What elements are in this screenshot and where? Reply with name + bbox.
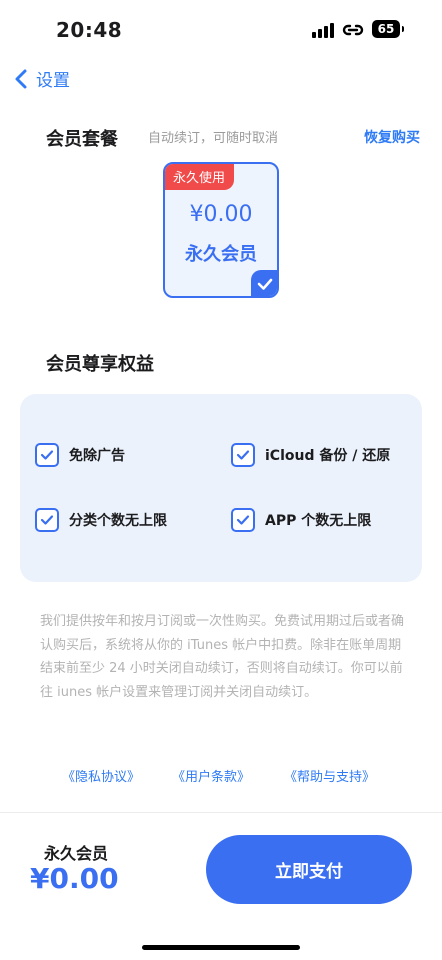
footer-price: ¥0.00 — [30, 862, 119, 895]
checkbox-checked-icon — [35, 443, 59, 467]
checkbox-checked-icon — [231, 508, 255, 532]
home-indicator[interactable] — [142, 945, 300, 950]
subscription-terms-text: 我们提供按年和按月订阅或一次性购买。免费试用期过后或者确认购买后，系统将从你的 … — [40, 614, 405, 700]
benefit-item: APP 个数无上限 — [231, 508, 371, 532]
benefit-label: 分类个数无上限 — [69, 513, 167, 529]
restore-purchase-link[interactable]: 恢复购买 — [364, 127, 420, 147]
status-time: 20:48 — [56, 18, 123, 42]
back-label: 设置 — [36, 71, 70, 91]
benefit-item: 分类个数无上限 — [35, 508, 167, 532]
pay-now-button[interactable]: 立即支付 — [206, 835, 412, 904]
selected-check-icon — [251, 270, 277, 296]
chevron-left-icon — [15, 69, 27, 88]
plan-badge: 永久使用 — [165, 164, 235, 190]
footer-plan-name: 永久会员 — [44, 844, 109, 863]
cellular-signal-icon — [312, 22, 334, 38]
plan-card-lifetime[interactable]: 永久使用 ¥0.00 永久会员 — [163, 162, 279, 298]
benefit-item: iCloud 备份 / 还原 — [231, 443, 390, 467]
plans-subtitle: 自动续订，可随时取消 — [148, 131, 279, 146]
checkbox-checked-icon — [231, 443, 255, 467]
benefits-title: 会员尊享权益 — [46, 354, 154, 375]
plan-name: 永久会员 — [185, 244, 257, 265]
personal-hotspot-icon — [342, 24, 364, 36]
help-support-link[interactable]: 《帮助与支持》 — [284, 766, 375, 785]
benefits-panel — [20, 394, 422, 582]
benefit-label: iCloud 备份 / 还原 — [265, 448, 391, 464]
footer-divider — [0, 812, 442, 813]
privacy-policy-link[interactable]: 《隐私协议》 — [62, 766, 140, 785]
plans-title: 会员套餐 — [46, 129, 118, 150]
battery-icon: 65 — [372, 20, 404, 38]
back-button[interactable]: 设置 — [12, 66, 70, 91]
benefit-item: 免除广告 — [35, 443, 125, 467]
user-terms-link[interactable]: 《用户条款》 — [172, 766, 250, 785]
checkbox-checked-icon — [35, 508, 59, 532]
benefit-label: 免除广告 — [69, 448, 125, 464]
benefit-label: APP 个数无上限 — [265, 513, 372, 529]
plan-price: ¥0.00 — [189, 202, 253, 227]
